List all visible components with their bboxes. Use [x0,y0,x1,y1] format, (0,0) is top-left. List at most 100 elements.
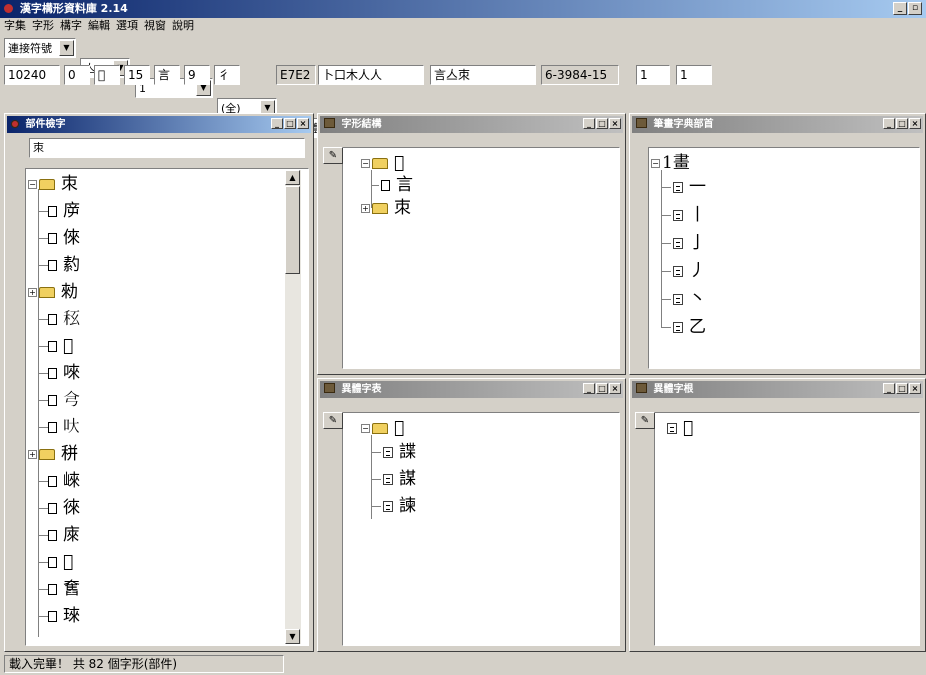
tree-connector [661,170,662,328]
component-tree-item[interactable]: + 𥞩 [28,443,78,465]
component-search-input[interactable]: 朿 [29,138,305,158]
stroke-tree-item[interactable]: 一 [673,176,706,198]
cangjie-field[interactable]: 卜口木人人 [318,65,424,85]
maximize-button[interactable]: □ [596,383,608,394]
variant-root-window: 異體字根 _ □ × 𫍩 ✎ [629,378,926,652]
number-field-1[interactable]: 1 [636,65,670,85]
close-button[interactable]: × [609,383,621,394]
component-tree[interactable]: − 朿 㡿倈䋤 + 勑 𥝮 𡕸 唻 𢎦 𠯈 + 𥞩 崍徠庲 𫍩 𡚒 琜 [25,168,309,646]
close-button[interactable]: × [909,118,921,129]
variant-root-item[interactable]: 𫍩 [667,417,693,439]
zero-field[interactable]: 0 [64,65,90,85]
copy-tool-icon[interactable]: ✎ [635,412,655,429]
structure-child-node[interactable]: 言 [381,174,413,196]
component-tree-item[interactable]: 𥝮 [48,308,80,330]
structure-root-node[interactable]: − 𫍩 [361,152,404,174]
component-tree-item[interactable]: 𠯈 [48,416,80,438]
minimize-button[interactable]: _ [583,383,595,394]
collapse-icon[interactable]: − [361,158,370,168]
component-tree-item[interactable]: 崍 [48,470,80,492]
close-button[interactable]: × [609,118,621,129]
char-field[interactable]: 𫍩 [94,65,120,85]
maximize-button[interactable]: □ [896,383,908,394]
stroke-tree-item[interactable]: 丶 [673,288,706,310]
component-tree-scrollbar[interactable]: ▲ ▼ [285,170,301,644]
glyph-structure-tree[interactable]: − 𫍩 言 + 朿 [342,147,620,369]
strokes-field[interactable]: 15 [124,65,150,85]
chevron-down-icon[interactable]: ▼ [59,40,74,56]
menu-edit[interactable]: 編輯 [88,18,110,34]
unicode-field[interactable]: E7E2 [276,65,316,85]
component-tree-item[interactable]: 𫍩 [48,551,73,573]
code-field[interactable]: 10240 [4,65,60,85]
minimize-button[interactable]: _ [883,118,895,129]
component-tree-item[interactable]: 㡿 [48,200,80,222]
menu-glyph[interactable]: 字形 [32,18,54,34]
minimize-button[interactable]: _ [883,383,895,394]
component-tree-item[interactable]: 䋤 [48,254,80,276]
variant-tree-item[interactable]: 謀 [383,468,416,490]
stroke-tree-item[interactable]: 丿 [673,260,706,282]
menu-window[interactable]: 視窗 [144,18,166,34]
mode-select[interactable]: 連接符號 ▼ [4,38,76,58]
document-icon [381,179,390,191]
radical-strokes-field[interactable]: 9 [184,65,210,85]
component-tree-item[interactable]: 𢎦 [48,389,80,411]
component-tree-item[interactable]: 徠 [48,497,80,519]
stroke-tree-item-label: 亅 [689,233,706,253]
component-tree-item[interactable]: + 勑 [28,281,78,303]
minimize-button[interactable]: _ [583,118,595,129]
minimize-button[interactable]: _ [893,2,907,15]
variant-tree-item-label: 謀 [399,469,416,489]
stroke-tree-item[interactable]: 亅 [673,232,706,254]
variant-table-tree[interactable]: − 𫍩 諜謀諫 [342,412,620,646]
stroke-radical-tree[interactable]: −1畫 一丨亅丿丶乙 [648,147,920,369]
variant-root-list[interactable]: 𫍩 [654,412,920,646]
variant-root-label: 𫍩 [394,418,405,438]
structure-child-node[interactable]: + 朿 [361,197,411,219]
maximize-button[interactable]: □ [896,118,908,129]
component-tree-item[interactable]: 唻 [48,362,80,384]
close-button[interactable]: × [297,118,309,129]
menu-compose[interactable]: 構字 [60,18,82,34]
cns-field[interactable]: 6-3984-15 [541,65,619,85]
variant-root-node[interactable]: − 𫍩 [361,417,404,439]
stroke-tree-item[interactable]: 乙 [673,316,706,338]
component-tree-item[interactable]: 𡚒 [48,578,80,600]
number-field-2[interactable]: 1 [676,65,712,85]
app-title: 漢字構形資料庫 2.14 [19,2,128,15]
restore-button[interactable]: ▫ [908,2,922,15]
scroll-down-icon[interactable]: ▼ [285,629,300,644]
collapse-icon[interactable]: − [28,179,37,189]
maximize-button[interactable]: □ [596,118,608,129]
variant-tree-item[interactable]: 諜 [383,441,416,463]
expand-icon[interactable]: + [28,287,37,297]
component-tree-item[interactable]: 𡕸 [48,335,73,357]
menu-options[interactable]: 選項 [116,18,138,34]
radical-field[interactable]: 言 [154,65,180,85]
stroke-root-node[interactable]: −1畫 [651,152,690,174]
tree-root-node[interactable]: − 朿 [28,173,78,195]
expand-icon[interactable]: + [361,203,370,213]
minimize-button[interactable]: _ [271,118,283,129]
collapse-icon[interactable]: − [651,158,660,168]
scroll-up-icon[interactable]: ▲ [285,170,300,185]
expand-icon[interactable]: + [28,449,37,459]
copy-tool-icon[interactable]: ✎ [323,412,343,429]
menu-help[interactable]: 說明 [172,18,194,34]
component-tree-item[interactable]: 庲 [48,524,80,546]
scroll-thumb[interactable] [285,186,300,274]
tree-connector [661,243,671,244]
collapse-icon[interactable]: − [361,423,370,433]
menu-charset[interactable]: 字集 [4,18,26,34]
close-button[interactable]: × [909,383,921,394]
copy-tool-icon[interactable]: ✎ [323,147,343,164]
extra-field[interactable]: 彳 [214,65,240,85]
stroke-tree-item[interactable]: 丨 [673,204,706,226]
variant-tree-item[interactable]: 諫 [383,495,416,517]
compose-field[interactable]: 言亼朿 [430,65,536,85]
maximize-button[interactable]: □ [284,118,296,129]
component-tree-item[interactable]: 倈 [48,227,80,249]
component-tree-item[interactable]: 琜 [48,605,80,627]
component-tree-item-label: 𥝮 [63,309,80,329]
